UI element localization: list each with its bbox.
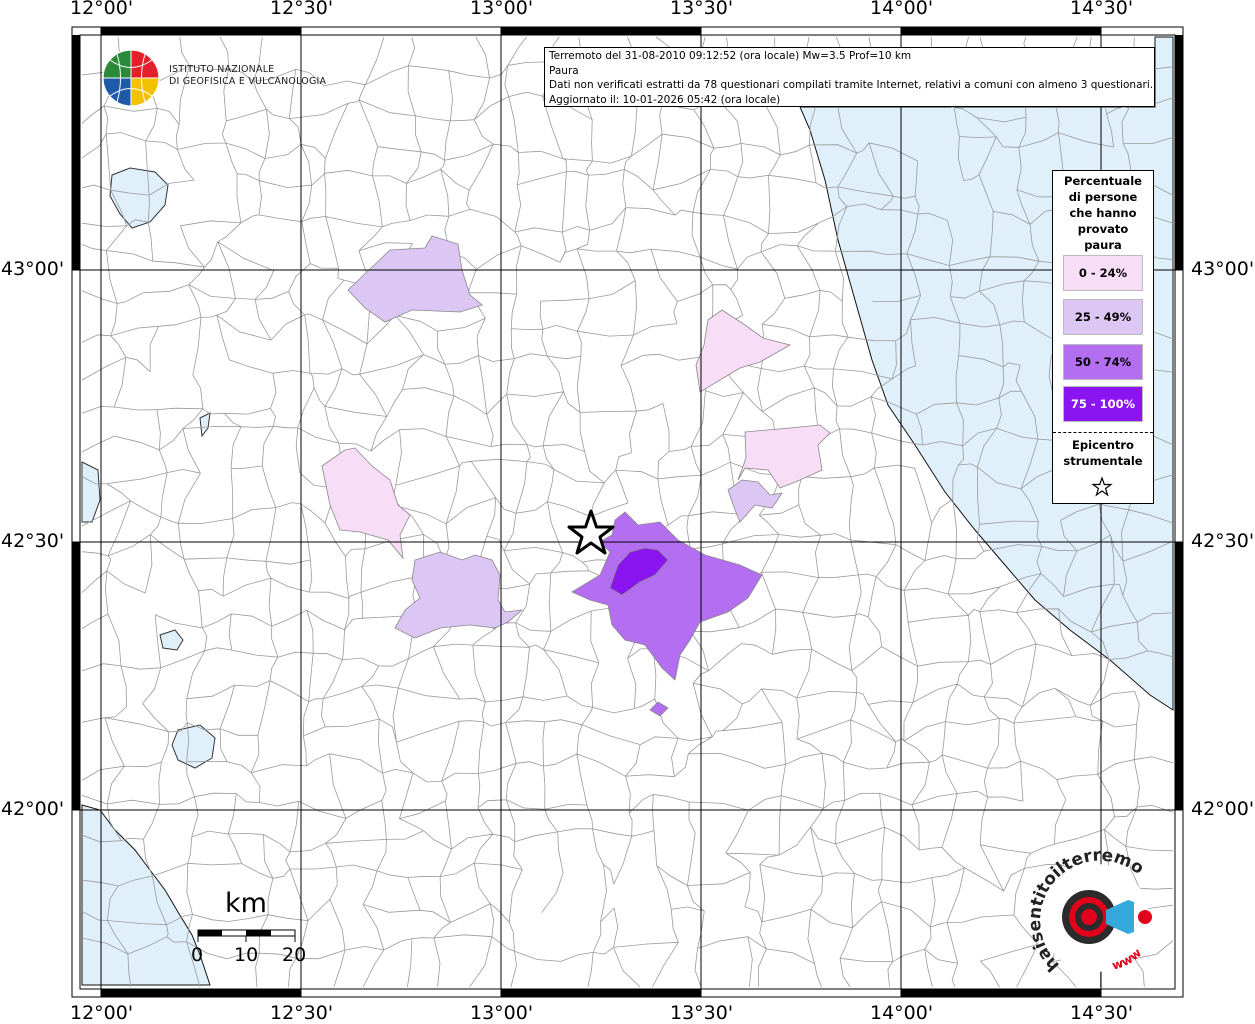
legend-title-line: provato — [1077, 222, 1129, 236]
legend-class-0-24: 0 - 24% — [1063, 255, 1143, 291]
lon-tick-bottom-6: 14°30' — [1070, 1002, 1134, 1024]
event-info-line-4: Aggiornato il: 10-01-2026 05:42 (ora loc… — [549, 93, 781, 106]
legend-separator — [1053, 432, 1153, 433]
lon-tick-bottom-1: 12°00' — [70, 1002, 134, 1024]
lon-tick-top-1: 12°00' — [70, 0, 134, 19]
legend-class-75-100: 75 - 100% — [1063, 386, 1143, 422]
lat-tick-left-3: 42°00' — [1, 798, 65, 820]
event-info-box: Terremoto del 31-08-2010 09:12:52 (ora l… — [544, 47, 1155, 107]
lon-tick-bottom-5: 14°00' — [870, 1002, 934, 1024]
lon-tick-top-2: 12°30' — [270, 0, 334, 19]
lat-tick-right-2: 42°30' — [1191, 530, 1255, 552]
lat-tick-left-2: 42°30' — [1, 530, 65, 552]
lon-tick-bottom-3: 13°00' — [470, 1002, 534, 1024]
lat-tick-right-3: 42°00' — [1191, 798, 1255, 820]
scale-label-20: 20 — [282, 944, 307, 966]
scale-label-10: 10 — [234, 944, 259, 966]
legend-title-line: paura — [1084, 238, 1122, 252]
lon-tick-top-5: 14°00' — [870, 0, 934, 19]
legend-epicenter-label: Epicentro strumentale — [1053, 437, 1153, 469]
intensity-map: haisentitoilterremoto.it www — [0, 0, 1184, 998]
lon-tick-top-4: 13°30' — [670, 0, 734, 19]
legend: Percentuale di persone che hanno provato… — [1052, 170, 1154, 504]
legend-class-25-49: 25 - 49% — [1063, 299, 1143, 335]
legend-epicenter-line: Epicentro — [1072, 438, 1134, 452]
legend-epicenter-line: strumentale — [1063, 454, 1143, 468]
lon-tick-bottom-2: 12°30' — [270, 1002, 334, 1024]
ingv-logo-text: ISTITUTO NAZIONALE DI GEOFISICA E VULCAN… — [169, 64, 326, 88]
lat-tick-right-1: 43°00' — [1191, 258, 1255, 280]
ingv-logo-icon — [102, 49, 160, 107]
legend-class-50-74: 50 - 74% — [1063, 344, 1143, 380]
legend-title: Percentuale di persone che hanno provato… — [1053, 173, 1153, 253]
ingv-logo-line2: DI GEOFISICA E VULCANOLOGIA — [169, 76, 327, 87]
legend-title-line: Percentuale — [1064, 174, 1142, 188]
event-info-line-2: Paura — [549, 64, 579, 77]
scale-title: km — [225, 888, 267, 919]
lon-tick-top-3: 13°00' — [470, 0, 534, 19]
legend-title-line: che hanno — [1069, 206, 1137, 220]
event-info-line-3: Dati non verificati estratti da 78 quest… — [549, 79, 1154, 91]
event-info-line-1: Terremoto del 31-08-2010 09:12:52 (ora l… — [549, 50, 912, 62]
lat-tick-left-1: 43°00' — [1, 258, 65, 280]
lon-tick-bottom-4: 13°30' — [670, 1002, 734, 1024]
ingv-logo-line1: ISTITUTO NAZIONALE — [169, 64, 275, 75]
legend-title-line: di persone — [1068, 190, 1138, 204]
legend-star-icon — [1091, 476, 1113, 497]
lon-tick-top-6: 14°30' — [1070, 0, 1134, 19]
scale-label-0: 0 — [191, 944, 204, 966]
